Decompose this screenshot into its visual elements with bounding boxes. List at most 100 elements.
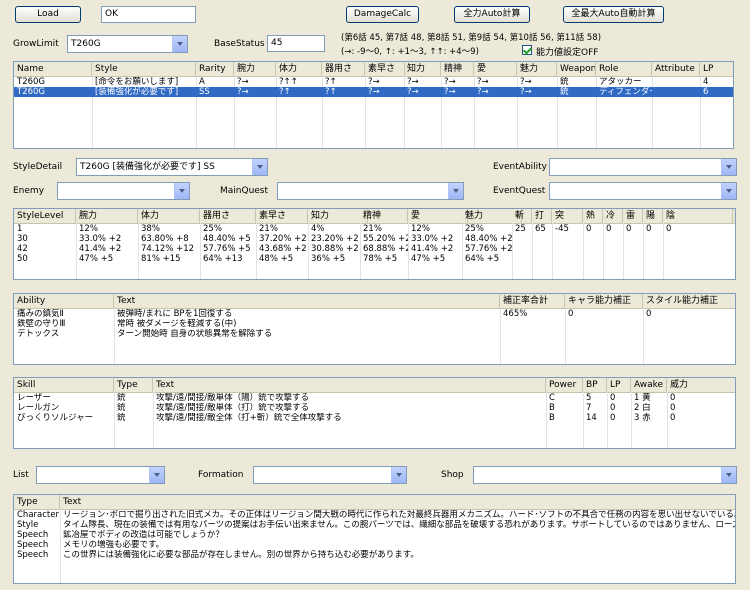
column-header[interactable]: LP <box>607 378 631 392</box>
growlimit-select[interactable]: T260G <box>67 35 188 53</box>
column-header[interactable]: Role <box>596 62 652 76</box>
column-header[interactable]: LP <box>700 62 733 76</box>
column-header[interactable]: 冷 <box>603 209 623 223</box>
column-header[interactable]: 器用さ <box>322 62 365 76</box>
table-cell <box>643 254 663 264</box>
column-header[interactable]: StyleLevel <box>14 209 76 223</box>
table-row[interactable]: T260G [装備強化が必要です] SS ?→ ?↑ ?↑ ?→ ?→ ?→ ?→ ?→ 銃 ディフェン… <box>14 87 733 97</box>
column-header[interactable]: 精神 <box>360 209 408 223</box>
table-cell <box>532 234 552 244</box>
column-header[interactable]: 威力 <box>667 378 735 392</box>
table-row[interactable]: Speech メモリの増強も必要です。 <box>14 540 735 550</box>
column-header[interactable]: 愛 <box>474 62 517 76</box>
table-row[interactable]: デトックス ターン開始時 自身の状態異常を解除する <box>14 329 735 339</box>
column-header[interactable]: Type <box>14 495 60 509</box>
column-header[interactable]: Text <box>153 378 546 392</box>
table-row[interactable]: びっくりソルジャー 銃 攻撃/遠/間接/敵全体（打+斬）銃で全体攻撃する B 14 0 3 … <box>14 413 735 423</box>
table-cell: 465% <box>503 309 528 319</box>
table-cell: 12% <box>79 224 98 234</box>
max-auto-button[interactable]: 全最大Auto自動計算 <box>563 6 664 23</box>
list-select[interactable] <box>36 466 165 484</box>
damagecalc-button[interactable]: DamageCalc <box>346 6 419 23</box>
column-header[interactable]: Power <box>546 378 583 392</box>
chevron-down-icon <box>448 183 463 199</box>
text-table[interactable]: Type Text Character リージョン･ボロで掘り出された旧式メカ。その正… <box>13 494 736 584</box>
column-header[interactable]: 精神 <box>441 62 474 76</box>
column-header[interactable]: 打 <box>532 209 552 223</box>
column-header[interactable]: 熱 <box>583 209 603 223</box>
table-row[interactable]: Style タイム隊長、現在の装備では有用なパーツの提案はお手伝い出来ません。この… <box>14 520 735 530</box>
column-header[interactable]: 知力 <box>308 209 368 223</box>
column-header[interactable]: 器用さ <box>200 209 256 223</box>
table-row[interactable]: 1 12% 38% 25% 21% 4% 21% 12% 25% 25 65 -45 0 0 0 0 0 <box>14 224 735 234</box>
table-cell: 6 <box>703 87 709 97</box>
column-header[interactable]: 愛 <box>408 209 468 223</box>
table-cell: 25% <box>203 224 222 234</box>
table-row[interactable]: 鉄壁の守りⅢ 常時 被ダメージを軽減する(中) <box>14 319 735 329</box>
column-header[interactable]: Ability <box>14 294 114 308</box>
column-header[interactable]: Text <box>60 495 735 509</box>
stat-off-checkbox[interactable] <box>522 45 532 55</box>
column-header[interactable]: 腕力 <box>76 209 138 223</box>
column-header[interactable]: 知力 <box>404 62 441 76</box>
table-row[interactable]: 42 41.4% +2 74.12% +12 57.76% +5 43.68% +2 30… <box>14 244 735 254</box>
column-header[interactable]: 陰 <box>663 209 733 223</box>
table-row[interactable]: 30 33.0% +2 63.80% +8 48.40% +5 37.20% +2 23.… <box>14 234 735 244</box>
growlimit-value: T260G <box>71 39 101 49</box>
column-header[interactable]: 素早さ <box>365 62 405 76</box>
table-row[interactable]: Character リージョン･ボロで掘り出された旧式メカ。その正体はリージョン間… <box>14 510 735 520</box>
column-header[interactable]: Style <box>92 62 196 76</box>
table-cell: ディフェンダー <box>599 87 652 97</box>
style-table[interactable]: Name Style Rarity 腕力 体力 器用さ 素早さ 知力 精神愛魅力 Weapon Ro… <box>13 61 734 149</box>
column-header[interactable]: 素早さ <box>256 209 308 223</box>
table-row[interactable]: 50 47% +5 81% +15 64% +13 48% +5 36% +5 78% +5… <box>14 254 735 264</box>
table-cell: 12% <box>411 224 430 234</box>
column-header[interactable]: 斬 <box>512 209 532 223</box>
eventability-select[interactable] <box>549 158 737 176</box>
table-row[interactable]: 痛みの鎮気Ⅱ 被弾時/まれに BPを1回復する 465% 0 0 <box>14 309 735 319</box>
skill-table[interactable]: Skill Type Text Power BP LP Awake 威力 レーザー銃攻撃/遠/間… <box>13 377 736 449</box>
column-header[interactable]: 陽 <box>643 209 663 223</box>
table-cell: 銃 <box>560 77 569 87</box>
column-header[interactable]: BP <box>583 378 607 392</box>
table-row[interactable]: Speech この世界には装備強化に必要な部品が存在しません。別の世界から持ち込む… <box>14 550 735 560</box>
table-cell: 74.12% +12 <box>141 244 195 254</box>
table-row[interactable]: レーザー 銃 攻撃/遠/間接/敵単体（陽）銃で攻撃する C 5 0 1 黄 0 <box>14 393 735 403</box>
column-header[interactable]: Skill <box>14 378 114 392</box>
mainquest-select[interactable] <box>277 182 464 200</box>
column-header[interactable]: 体力 <box>276 62 322 76</box>
column-header[interactable]: 腕力 <box>234 62 276 76</box>
column-header[interactable]: Awake <box>631 378 667 392</box>
table-cell: アタッカー <box>599 77 642 87</box>
eventquest-select[interactable] <box>549 182 737 200</box>
column-header[interactable]: 補正率合計 <box>500 294 565 308</box>
styledetail-select[interactable]: T260G [装備強化が必要です] SS <box>76 158 268 176</box>
column-header[interactable]: 雷 <box>623 209 643 223</box>
column-header[interactable]: Type <box>114 378 153 392</box>
ability-table[interactable]: Ability Text 補正率合計 キャラ能力補正 スタイル能力補正 痛みの鎮気Ⅱ 被弾時… <box>13 293 736 365</box>
table-row[interactable]: T260G [命令をお願いします] A ?→ ?↑↑ ?↑ ?→ ?→ ?→ ?→ ?→ 銃 アタッカー… <box>14 77 733 87</box>
column-header[interactable]: Rarity <box>196 62 234 76</box>
column-header[interactable]: キャラ能力補正 <box>565 294 643 308</box>
column-header[interactable]: Name <box>14 62 92 76</box>
enemy-select[interactable] <box>57 182 190 200</box>
level-table[interactable]: StyleLevel 腕力 体力 器用さ 素早さ 知力 精神愛魅力斬打突熱冷雷陽陰 1 12% 3… <box>13 208 736 280</box>
column-header[interactable]: 突 <box>552 209 583 223</box>
table-cell <box>552 244 583 254</box>
column-header[interactable]: Text <box>114 294 500 308</box>
column-header[interactable]: Attribute <box>652 62 700 76</box>
column-header[interactable]: スタイル能力補正 <box>643 294 735 308</box>
shop-select[interactable] <box>473 466 737 484</box>
column-header[interactable]: 魅力 <box>517 62 557 76</box>
column-header[interactable]: Weapon <box>557 62 596 76</box>
load-button[interactable]: Load <box>15 6 81 23</box>
table-cell: 57.76% +5 <box>203 244 251 254</box>
table-row[interactable]: Speech 鉱冶屋でボディの改造は可能でしょうか？ <box>14 530 735 540</box>
table-row[interactable]: レールガン 銃 攻撃/遠/間接/敵単体（打）銃で攻撃する B 7 0 2 白 0 <box>14 403 735 413</box>
column-header[interactable]: 体力 <box>138 209 200 223</box>
status-field[interactable]: OK <box>101 6 196 23</box>
basestatus-input[interactable]: 45 <box>267 35 325 52</box>
formation-select[interactable] <box>253 466 407 484</box>
full-auto-button[interactable]: 全力Auto計算 <box>454 6 530 23</box>
table-cell <box>603 234 623 244</box>
